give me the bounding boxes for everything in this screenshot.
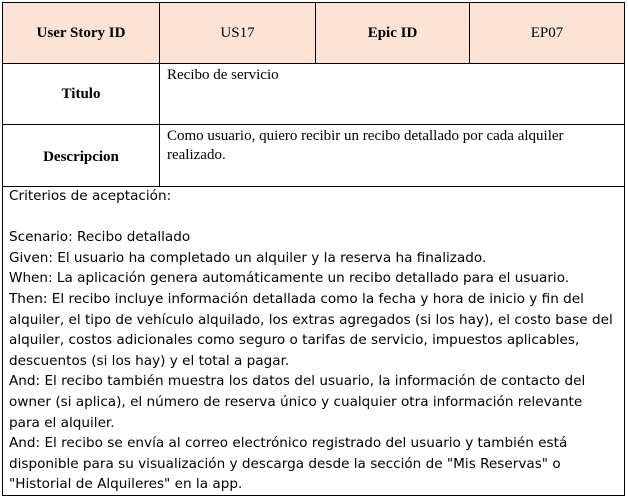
epic-id-value: EP07 [530,24,564,41]
when-line: When: La aplicación genera automáticamen… [9,270,570,287]
descripcion-value: Como usuario, quiero recibir un recibo d… [167,128,564,163]
header-row: User Story ID US17 Epic ID EP07 [3,3,624,64]
descripcion-label: Descripcion [43,148,119,165]
acceptance-criteria: Criterios de aceptación: Scenario: Recib… [9,186,615,495]
criteria-heading: Criterios de aceptación: [9,188,172,204]
scenario-line: Scenario: Recibo detallado [9,229,191,246]
descripcion-row: Descripcion Como usuario, quiero recibir… [3,125,624,187]
and-line-2: And: El recibo se envía al correo electr… [9,435,568,493]
titulo-row: Titulo Recibo de servicio [3,64,624,125]
divider [159,125,160,186]
then-line: Then: El recibo incluye información deta… [9,290,613,369]
user-story-id-value: US17 [220,24,255,41]
and-line-1: And: El recibo también muestra los datos… [9,373,586,431]
titulo-value: Recibo de servicio [167,67,279,83]
user-story-id-label: User Story ID [36,24,126,41]
titulo-label: Titulo [61,85,101,102]
divider [159,64,160,124]
epic-id-label: Epic ID [367,24,418,41]
given-line: Given: El usuario ha completado un alqui… [9,249,487,266]
